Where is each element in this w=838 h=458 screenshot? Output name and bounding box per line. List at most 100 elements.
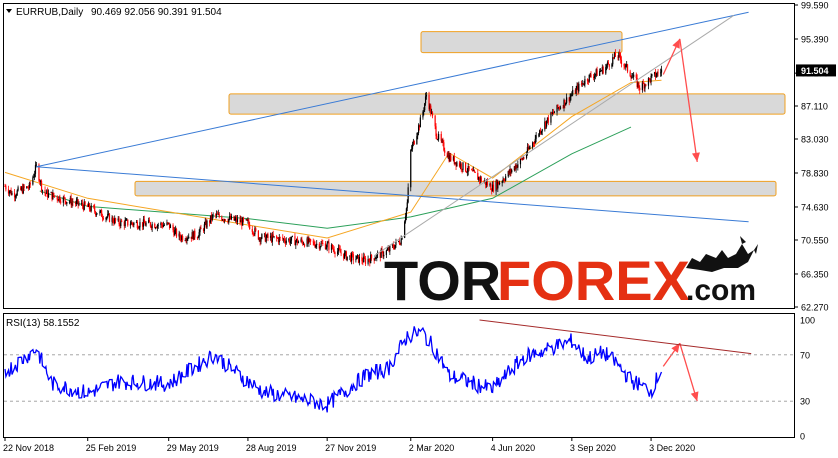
candle-body [29, 182, 31, 185]
candle-body [550, 112, 552, 123]
candle-body [435, 126, 437, 137]
watermark-forex: FOREX [497, 249, 690, 312]
candle-body [547, 117, 549, 123]
candle-body [350, 253, 353, 262]
candle-body [108, 213, 111, 222]
candle-body [93, 205, 95, 208]
rsi-label: RSI(13) 58.1552 [6, 318, 80, 329]
candle-body [148, 220, 151, 223]
candle-body [106, 216, 108, 218]
candle-body [340, 252, 342, 254]
candle-body [392, 244, 394, 248]
time-tick-label: 25 Feb 2019 [86, 443, 137, 453]
candle-body [252, 231, 254, 235]
candle-body [112, 217, 114, 222]
candle-body [419, 117, 421, 128]
candle-body [291, 236, 293, 238]
candle-body [255, 228, 257, 231]
candle-body [15, 195, 17, 197]
candle-body [145, 222, 147, 226]
candle-body [639, 87, 641, 91]
candle-body [623, 63, 625, 67]
candle-body [398, 241, 401, 244]
candle-body [486, 181, 488, 186]
time-axis: 22 Nov 2018 25 Feb 2019 29 May 2019 28 Aug … [3, 437, 695, 453]
candle-body [608, 64, 610, 67]
candle-body [619, 52, 621, 55]
price-tick-label: 99.590 [801, 1, 829, 11]
candle-body [620, 59, 623, 64]
candle-body [242, 217, 245, 220]
candle-body [33, 176, 35, 178]
candle-body [364, 258, 367, 264]
candle-body [434, 115, 436, 127]
current-price-label: 91.504 [801, 66, 829, 76]
price-tick-label: 66.350 [801, 269, 829, 279]
candle-body [405, 208, 408, 217]
rsi-tick-label: 70 [800, 350, 810, 360]
candle-body [34, 173, 36, 177]
candle-body [198, 232, 200, 238]
candle-body [565, 102, 567, 106]
candle-body [143, 219, 145, 224]
candle-body [172, 225, 174, 231]
candle-body [32, 177, 34, 185]
candle-body [605, 67, 607, 74]
candle-body [590, 74, 592, 78]
candle-body [338, 247, 340, 250]
candle-body [188, 236, 190, 239]
candle-body [53, 192, 55, 197]
price-tick-label: 87.110 [801, 101, 828, 111]
time-tick-label: 28 Aug 2019 [246, 443, 297, 453]
price-tick-label: 70.550 [801, 235, 829, 245]
candle-body [139, 222, 141, 228]
candle-body [559, 107, 562, 109]
candle-body [228, 218, 230, 223]
candle-body [407, 187, 409, 203]
candle-body [59, 196, 61, 202]
candle-body [566, 97, 568, 103]
candle-body [541, 129, 543, 132]
candle-body [309, 238, 311, 240]
candle-body [440, 134, 442, 141]
candle-body [334, 252, 336, 254]
candle-body [301, 239, 303, 242]
candle-body [498, 182, 501, 185]
candle-body [88, 203, 91, 210]
candle-body [248, 220, 250, 225]
candle-body [17, 187, 19, 191]
candle-body [424, 96, 427, 104]
candle-body [584, 79, 586, 85]
candle-body [5, 186, 7, 190]
candle-body [505, 176, 507, 181]
candle-body [325, 247, 327, 250]
candle-body [124, 220, 126, 227]
candle-body [224, 219, 226, 221]
candle-body [230, 215, 232, 220]
candle-body [424, 103, 426, 111]
candle-body [582, 83, 584, 85]
candle-body [81, 202, 84, 206]
candle-body [297, 241, 300, 244]
rsi-tick-label: 0 [800, 432, 805, 442]
candle-body [218, 213, 220, 217]
price-tick-label: 62.270 [801, 303, 829, 313]
candle-body [75, 200, 77, 204]
candle-body [157, 224, 159, 226]
candle-body [351, 253, 354, 255]
candle-body [375, 257, 377, 259]
candle-body [358, 256, 360, 263]
candle-body [606, 65, 608, 68]
sr-zone-1 [420, 31, 623, 54]
price-axis: 99.59095.39091.17087.11083.03078.83074.6… [794, 1, 836, 313]
candle-body [503, 179, 505, 181]
candle-body [174, 230, 176, 236]
candle-body [641, 82, 643, 91]
candle-body [450, 155, 452, 161]
candle-body [410, 150, 412, 188]
candle-body [211, 215, 213, 221]
candle-body [626, 64, 629, 72]
candle-body [578, 83, 580, 92]
candle-body [602, 66, 604, 74]
candle-body [570, 95, 572, 97]
